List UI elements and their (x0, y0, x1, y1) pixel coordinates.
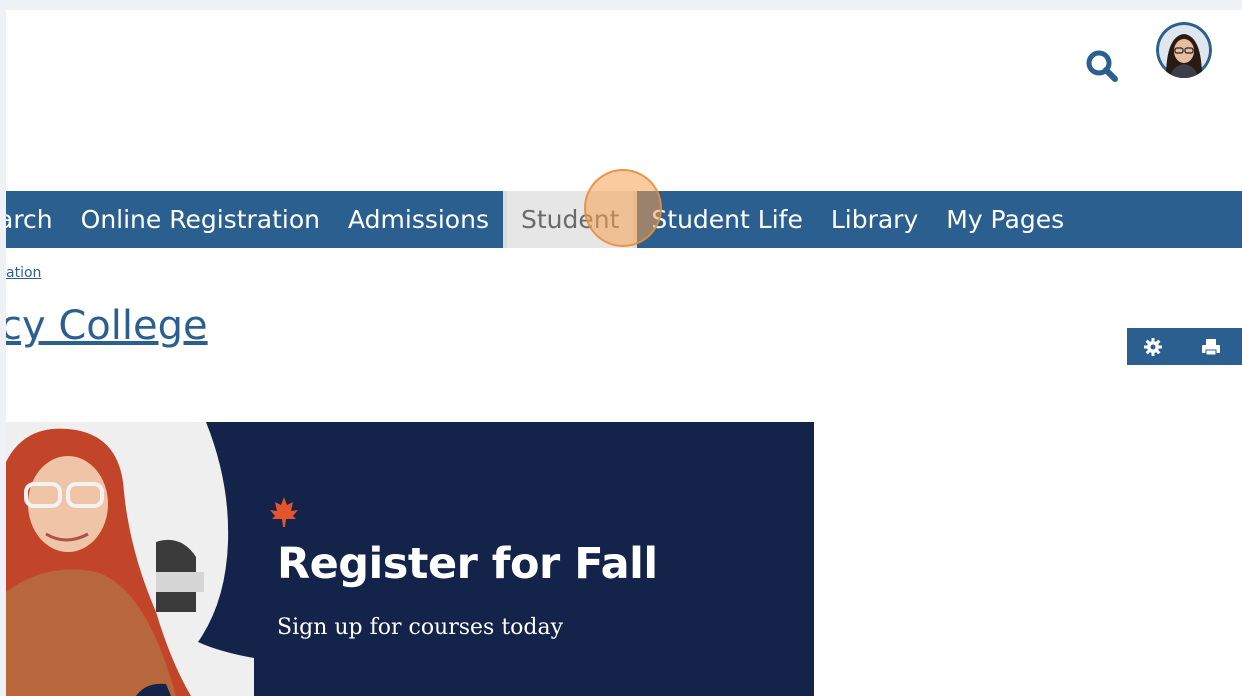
banner-heading: Register for Fall (277, 539, 658, 589)
nav-item-research[interactable]: arch (6, 191, 67, 248)
page: arch Online Registration Admissions Stud… (6, 10, 1242, 696)
search-icon (1086, 50, 1118, 82)
gear-icon (1144, 338, 1162, 356)
search-button[interactable] (1084, 48, 1120, 84)
settings-button[interactable] (1143, 337, 1163, 357)
nav-item-student-life[interactable]: Student Life (637, 191, 816, 248)
avatar-photo (1156, 22, 1212, 78)
nav-item-student[interactable]: Student (502, 191, 638, 248)
nav-item-library[interactable]: Library (817, 191, 932, 248)
page-tools (1127, 328, 1242, 365)
student-photo (6, 422, 254, 696)
user-avatar[interactable] (1156, 22, 1212, 78)
nav-item-admissions[interactable]: Admissions (334, 191, 503, 248)
nav-item-online-registration[interactable]: Online Registration (67, 191, 334, 248)
banner-subheading: Sign up for courses today (277, 615, 564, 640)
print-button[interactable] (1201, 337, 1221, 357)
print-icon (1202, 339, 1220, 356)
register-banner[interactable]: Register for Fall Sign up for courses to… (6, 422, 814, 696)
main-nav: arch Online Registration Admissions Stud… (6, 191, 1242, 248)
nav-item-my-pages[interactable]: My Pages (932, 191, 1078, 248)
breadcrumb-link[interactable]: ation (6, 265, 41, 281)
maple-leaf-icon (270, 497, 298, 527)
page-title[interactable]: cy College (6, 303, 208, 349)
